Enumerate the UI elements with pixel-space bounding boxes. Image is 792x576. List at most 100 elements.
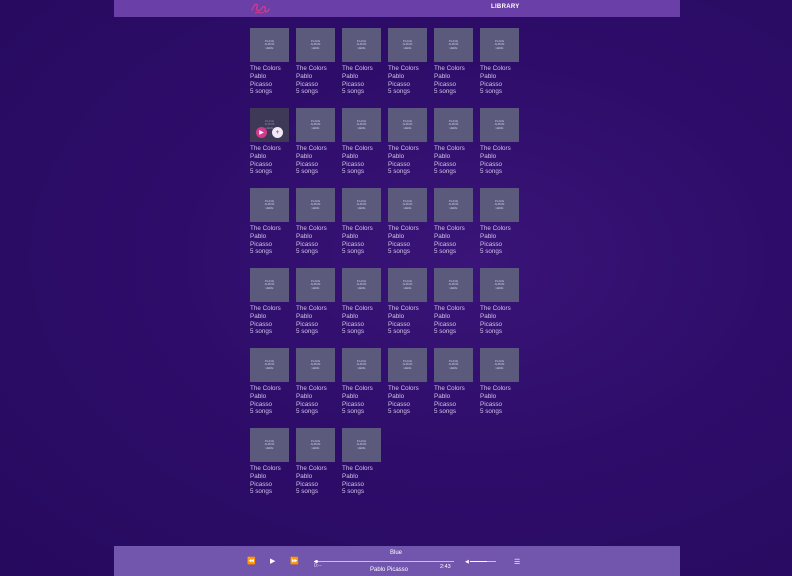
album-artist-last[interactable]: Picasso [388,321,427,329]
album-card[interactable]: PLACE ALBUM HERE▶+The ColorsPabloPicasso… [388,108,427,176]
album-artist-last[interactable]: Picasso [480,81,519,89]
album-title[interactable]: The Colors [434,145,473,153]
album-cover[interactable]: PLACE ALBUM HERE▶+ [388,268,427,302]
album-title[interactable]: The Colors [250,305,289,313]
album-card[interactable]: PLACE ALBUM HERE▶+The ColorsPabloPicasso… [250,428,289,496]
album-artist-last[interactable]: Picasso [342,321,381,329]
album-title[interactable]: The Colors [250,465,289,473]
album-card[interactable]: PLACE ALBUM HERE▶+The ColorsPabloPicasso… [480,108,519,176]
album-artist-first[interactable]: Pablo [250,393,289,401]
album-artist-last[interactable]: Picasso [250,401,289,409]
album-artist-first[interactable]: Pablo [434,153,473,161]
album-title[interactable]: The Colors [296,65,335,73]
album-artist-last[interactable]: Picasso [388,161,427,169]
album-artist-first[interactable]: Pablo [388,393,427,401]
album-artist-first[interactable]: Pablo [480,233,519,241]
album-card[interactable]: PLACE ALBUM HERE▶+The ColorsPabloPicasso… [296,428,335,496]
album-card[interactable]: PLACE ALBUM HERE▶+The ColorsPabloPicasso… [388,28,427,96]
album-cover[interactable]: PLACE ALBUM HERE▶+ [296,28,335,62]
album-artist-first[interactable]: Pablo [480,73,519,81]
album-title[interactable]: The Colors [342,305,381,313]
album-artist-first[interactable]: Pablo [296,233,335,241]
album-title[interactable]: The Colors [388,305,427,313]
album-cover[interactable]: PLACE ALBUM HERE▶+ [434,268,473,302]
album-artist-first[interactable]: Pablo [296,473,335,481]
album-artist-last[interactable]: Picasso [434,321,473,329]
album-cover[interactable]: PLACE ALBUM HERE▶+ [480,108,519,142]
album-card[interactable]: PLACE ALBUM HERE▶+The ColorsPabloPicasso… [434,348,473,416]
album-card[interactable]: PLACE ALBUM HERE▶+The ColorsPabloPicasso… [388,188,427,256]
album-title[interactable]: The Colors [480,225,519,233]
album-artist-last[interactable]: Picasso [342,161,381,169]
album-cover[interactable]: PLACE ALBUM HERE▶+ [342,108,381,142]
album-artist-first[interactable]: Pablo [342,473,381,481]
album-artist-first[interactable]: Pablo [296,153,335,161]
album-card[interactable]: PLACE ALBUM HERE▶+The ColorsPabloPicasso… [480,28,519,96]
album-artist-first[interactable]: Pablo [342,393,381,401]
album-card[interactable]: PLACE ALBUM HERE▶+ The ColorsPabloPicasso… [296,108,335,176]
queue-icon[interactable]: ☰ [514,558,520,566]
album-artist-first[interactable]: Pablo [434,73,473,81]
album-artist-first[interactable]: Pablo [296,393,335,401]
album-artist-first[interactable]: Pablo [388,153,427,161]
album-card[interactable]: PLACE ALBUM HERE▶+The ColorsPabloPicasso… [296,348,335,416]
album-card[interactable]: PLACE ALBUM HERE▶+The ColorsPabloPicasso… [342,268,381,336]
album-artist-last[interactable]: Picasso [434,241,473,249]
album-play-icon[interactable]: ▶ [256,127,267,138]
album-cover[interactable]: PLACE ALBUM HERE▶+ [388,348,427,382]
album-title[interactable]: The Colors [480,65,519,73]
album-card[interactable]: PLACE ALBUM HERE▶+The ColorsPabloPicasso… [250,348,289,416]
album-card[interactable]: PLACE ALBUM HERE▶+The ColorsPabloPicasso… [342,348,381,416]
play-icon[interactable]: ▶ [270,558,275,565]
album-cover[interactable]: PLACE ALBUM HERE▶+ [434,188,473,222]
album-card[interactable]: PLACE ALBUM HERE▶+The ColorsPabloPicasso… [480,268,519,336]
album-artist-last[interactable]: Picasso [250,241,289,249]
album-artist-first[interactable]: Pablo [434,313,473,321]
album-cover[interactable]: PLACE ALBUM HERE▶+ [250,268,289,302]
album-artist-first[interactable]: Pablo [388,233,427,241]
album-artist-first[interactable]: Pablo [480,153,519,161]
album-cover[interactable]: PLACE ALBUM HERE▶+ [434,28,473,62]
album-artist-first[interactable]: Pablo [296,313,335,321]
album-cover[interactable]: PLACE ALBUM HERE▶+ [296,108,335,142]
album-cover[interactable]: PLACE ALBUM HERE▶+ [388,188,427,222]
album-cover[interactable]: PLACE ALBUM HERE▶+ [434,348,473,382]
album-cover[interactable]: PLACE ALBUM HERE▶+ [388,28,427,62]
album-card[interactable]: PLACE ALBUM HERE▶+The ColorsPabloPicasso… [296,268,335,336]
album-artist-last[interactable]: Picasso [250,81,289,89]
album-artist-first[interactable]: Pablo [388,313,427,321]
album-artist-last[interactable]: Picasso [480,241,519,249]
album-artist-last[interactable]: Picasso [296,81,335,89]
previous-icon[interactable]: ⏪ [247,558,256,565]
album-artist-last[interactable]: Picasso [388,81,427,89]
album-artist-last[interactable]: Picasso [250,481,289,489]
album-cover[interactable]: PLACE ALBUM HERE▶+ [342,268,381,302]
album-title[interactable]: The Colors [342,385,381,393]
album-title[interactable]: The Colors [388,65,427,73]
album-card[interactable]: PLACE ALBUM HERE▶+The ColorsPabloPicasso… [250,188,289,256]
album-card[interactable]: PLACE ALBUM HERE▶+The ColorsPabloPicasso… [250,268,289,336]
album-card[interactable]: PLACE ALBUM HERE▶+The ColorsPabloPicasso… [296,188,335,256]
album-card[interactable]: PLACE ALBUM HERE▶+The ColorsPabloPicasso… [388,348,427,416]
album-title[interactable]: The Colors [296,145,335,153]
album-artist-first[interactable]: Pablo [480,393,519,401]
album-title[interactable]: The Colors [342,65,381,73]
album-artist-first[interactable]: Pablo [342,233,381,241]
album-cover[interactable]: PLACE ALBUM HERE▶+ [250,188,289,222]
album-cover[interactable]: PLACE ALBUM HERE▶+ [480,268,519,302]
album-title[interactable]: The Colors [434,385,473,393]
album-artist-last[interactable]: Picasso [296,241,335,249]
album-title[interactable]: The Colors [296,305,335,313]
album-title[interactable]: The Colors [250,385,289,393]
album-title[interactable]: The Colors [480,145,519,153]
album-title[interactable]: The Colors [388,385,427,393]
album-artist-last[interactable]: Picasso [342,81,381,89]
album-cover[interactable]: PLACE ALBUM HERE▶+ [250,28,289,62]
album-card[interactable]: PLACE ALBUM HERE▶+The ColorsPabloPicasso… [250,108,289,176]
album-artist-first[interactable]: Pablo [434,393,473,401]
album-artist-last[interactable]: Picasso [342,401,381,409]
album-card[interactable]: PLACE ALBUM HERE▶+The ColorsPabloPicasso… [250,28,289,96]
album-artist-last[interactable]: Picasso [434,81,473,89]
album-cover[interactable]: PLACE ALBUM HERE▶+ [342,28,381,62]
album-artist-last[interactable]: Picasso [296,161,335,169]
